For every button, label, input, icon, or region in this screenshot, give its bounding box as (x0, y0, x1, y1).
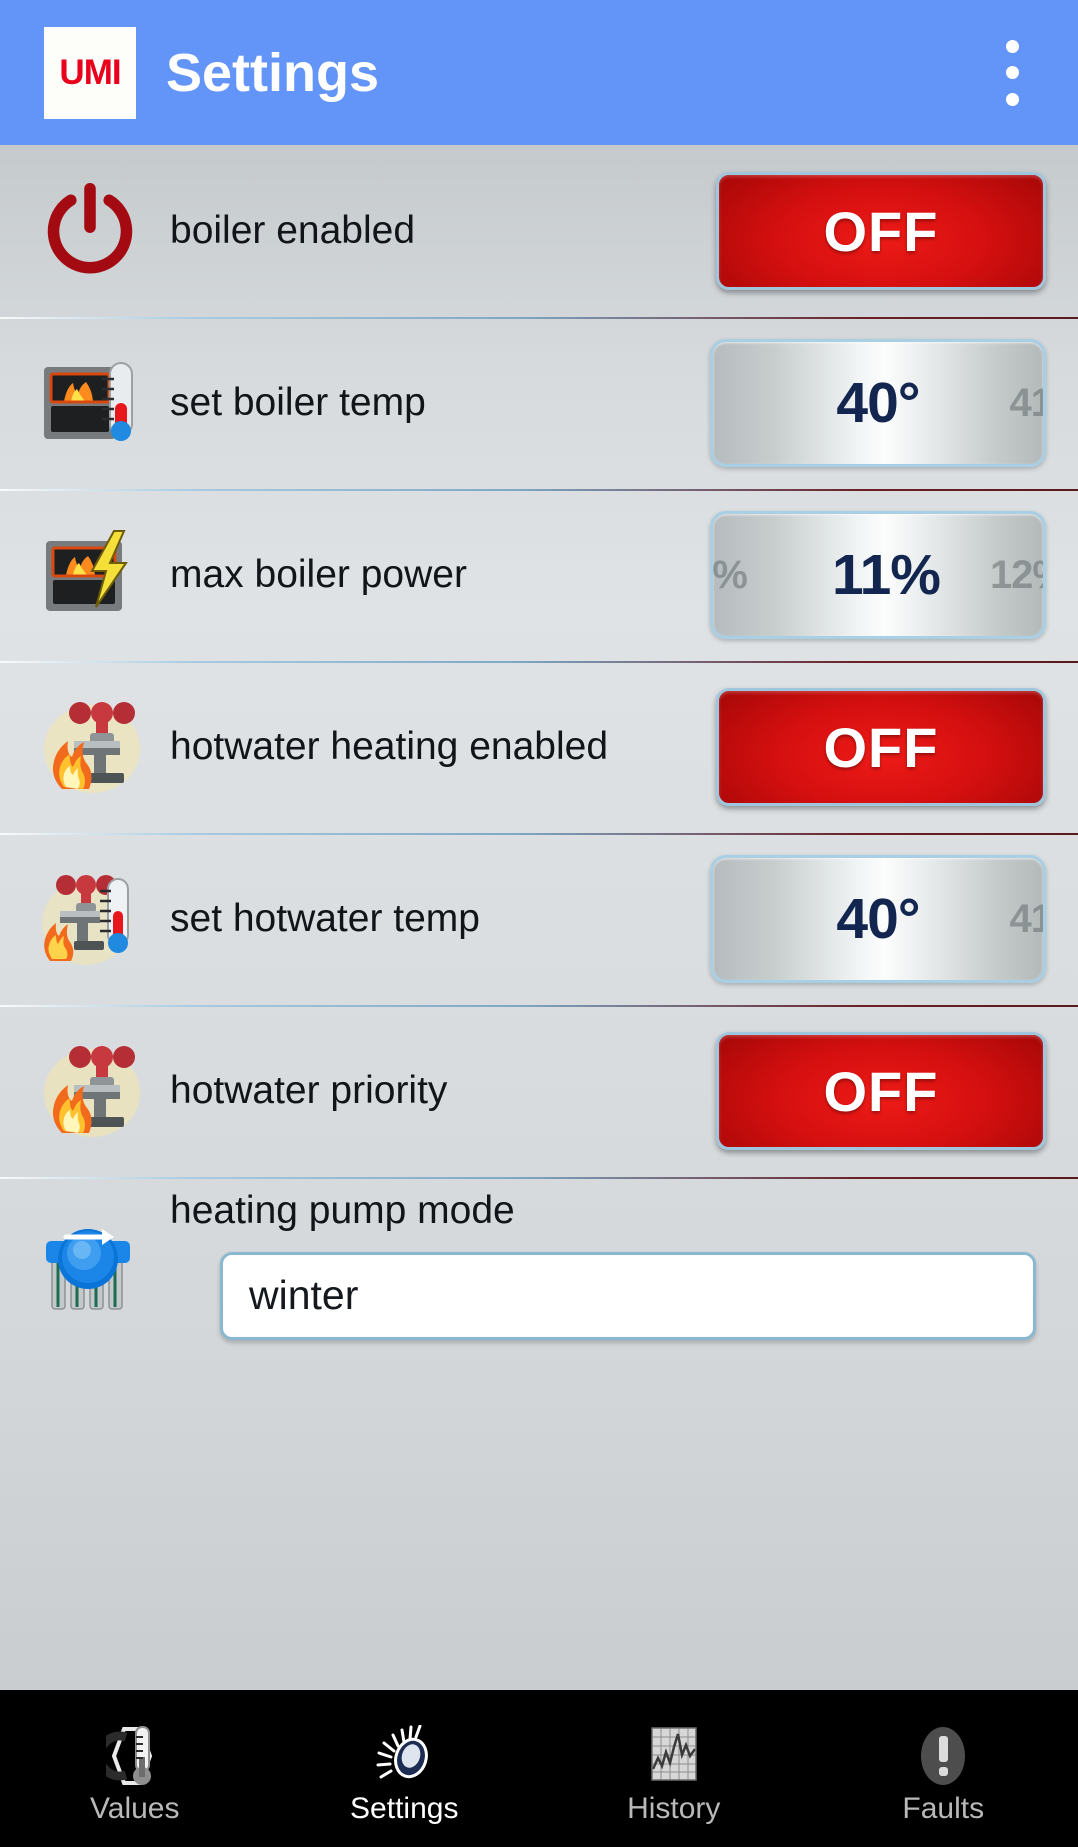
setting-row-set-boiler-temp: set boiler temp 40° 41° (0, 317, 1078, 489)
settings-knob-icon (368, 1720, 440, 1792)
thermometer-gauge-icon (99, 1720, 171, 1792)
overflow-dot-3 (1005, 92, 1019, 106)
nav-tab-label: Settings (350, 1791, 459, 1825)
setting-label: boiler enabled (170, 209, 416, 253)
boiler-thermometer-icon (34, 351, 146, 455)
hotwater-thermometer-icon (34, 867, 146, 971)
settings-list: boiler enabled OFF set boiler temp 40° 4… (0, 145, 1078, 1690)
picker-next-value: 12% (989, 552, 1043, 597)
setting-label: max boiler power (170, 553, 467, 597)
dropdown-selected-value: winter (249, 1272, 359, 1319)
picker-next-value: 41° (1009, 896, 1044, 941)
setting-row-hotwater-priority: hotwater priority OFF (0, 1005, 1078, 1177)
hotwater-flame-icon (34, 695, 146, 799)
hotwater-priority-toggle[interactable]: OFF (716, 1032, 1046, 1150)
nav-tab-label: Values (89, 1791, 180, 1825)
fault-exclamation-icon (907, 1720, 979, 1792)
setting-row-boiler-enabled: boiler enabled OFF (0, 145, 1078, 317)
picker-next-value: 41° (1009, 380, 1044, 425)
set-boiler-temp-picker[interactable]: 40° 41° (710, 339, 1046, 467)
setting-label: hotwater heating enabled (170, 725, 609, 769)
set-hotwater-temp-picker[interactable]: 40° 41° (710, 855, 1046, 983)
nav-tab-label: History (627, 1791, 721, 1825)
setting-row-set-hotwater-temp: set hotwater temp 40° 41° (0, 833, 1078, 1005)
boiler-power-icon (34, 523, 146, 627)
hotwater-priority-icon (34, 1039, 146, 1143)
picker-current-value: 40° (836, 887, 920, 951)
nav-tab-label: Faults (902, 1791, 985, 1825)
toggle-state-label: OFF (823, 1059, 939, 1123)
max-boiler-power-picker[interactable]: 0% 11% 12% (710, 511, 1046, 639)
picker-prev-value: 0% (712, 552, 748, 597)
overflow-dot-1 (1005, 39, 1019, 53)
setting-label: hotwater priority (170, 1069, 448, 1113)
picker-current-value: 40° (836, 371, 920, 435)
page-title: Settings (166, 42, 380, 103)
hotwater-heating-toggle[interactable]: OFF (716, 688, 1046, 806)
umi-logo: UMI (44, 26, 136, 119)
nav-tab-values[interactable]: Values (0, 1690, 270, 1847)
setting-label: set boiler temp (170, 381, 426, 425)
heating-pump-icon (34, 1211, 146, 1315)
heating-pump-mode-group: heating pump mode winter (146, 1186, 1050, 1340)
setting-row-max-boiler-power: max boiler power 0% 11% 12% (0, 489, 1078, 661)
nav-tab-history[interactable]: History (539, 1690, 809, 1847)
nav-tab-faults[interactable]: Faults (809, 1690, 1078, 1847)
setting-label: heating pump mode (170, 1189, 515, 1233)
setting-row-heating-pump-mode: heating pump mode winter (0, 1177, 1078, 1349)
heating-pump-mode-dropdown[interactable]: winter (220, 1251, 1036, 1340)
umi-logo-text: UMI (59, 52, 121, 92)
setting-label: set hotwater temp (170, 897, 480, 941)
overflow-menu-icon[interactable] (994, 39, 1030, 106)
bottom-navigation: Values Settings History Faults (0, 1690, 1078, 1847)
app-root: UMI Settings boiler enabled OFF set boil… (0, 0, 1078, 1847)
boiler-enabled-toggle[interactable]: OFF (716, 172, 1046, 290)
toggle-state-label: OFF (823, 715, 939, 779)
history-chart-icon (638, 1720, 710, 1792)
overflow-dot-2 (1005, 66, 1019, 79)
power-icon (34, 179, 146, 283)
picker-current-value: 11% (832, 543, 941, 607)
app-header: UMI Settings (0, 0, 1078, 145)
toggle-state-label: OFF (823, 199, 939, 263)
setting-row-hotwater-heating-enabled: hotwater heating enabled OFF (0, 661, 1078, 833)
nav-tab-settings[interactable]: Settings (270, 1690, 540, 1847)
